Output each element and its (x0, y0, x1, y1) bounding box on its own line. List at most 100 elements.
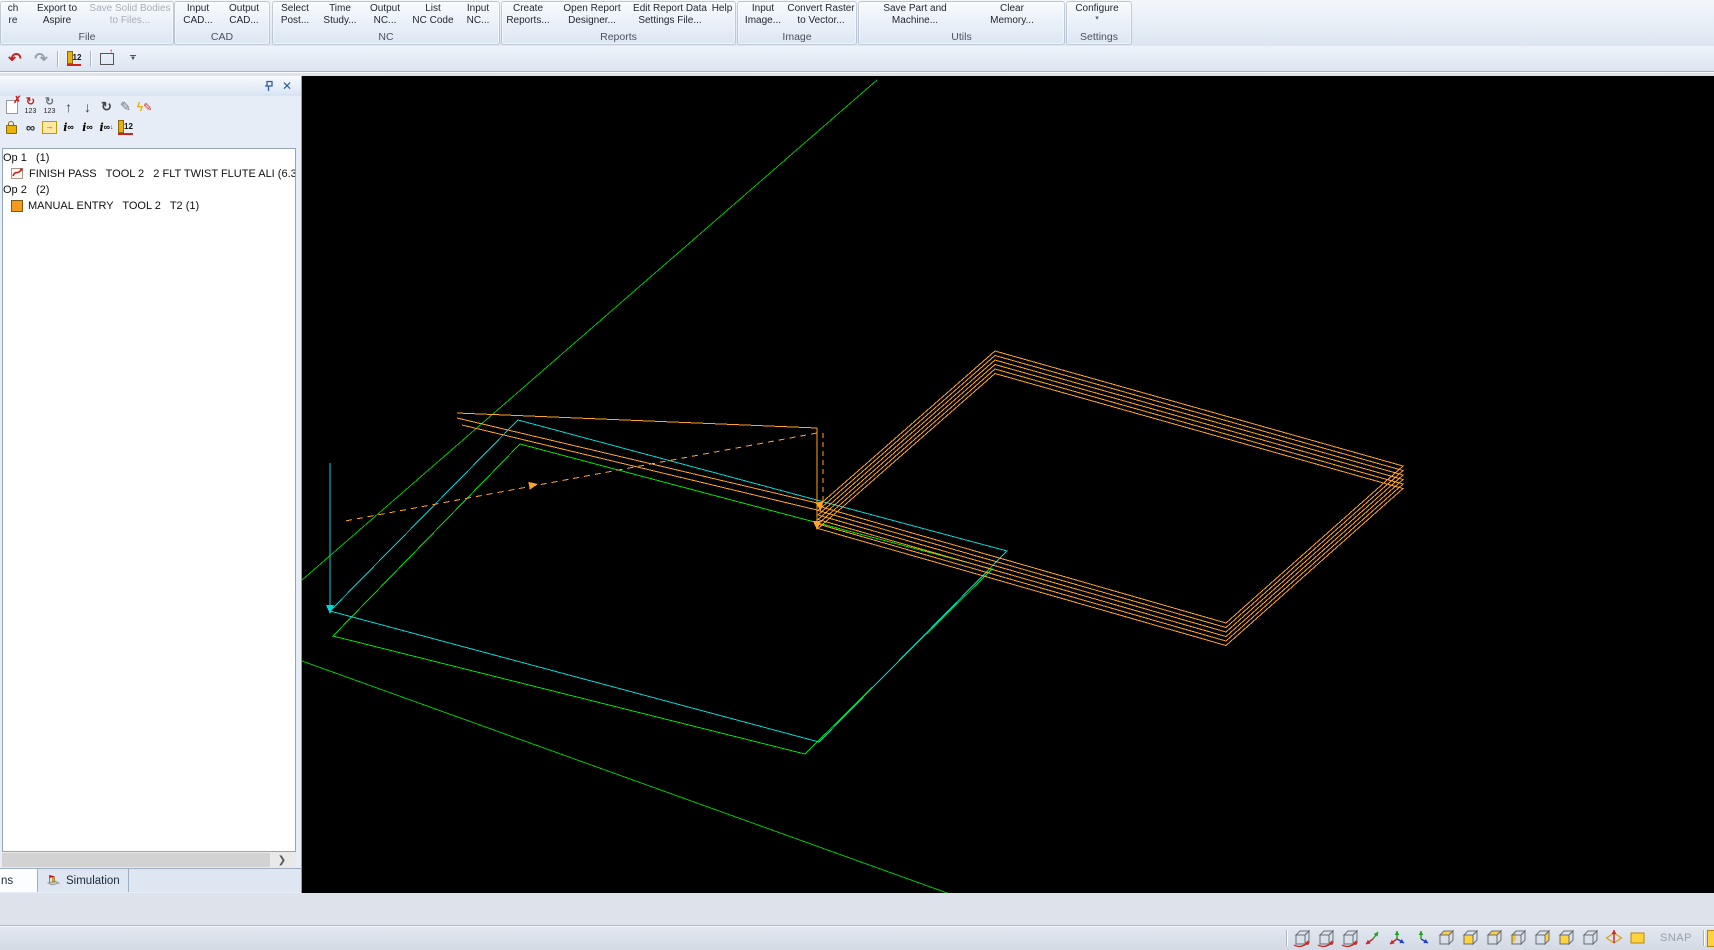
view-cube-left-icon[interactable] (1508, 929, 1529, 948)
output-nc-button[interactable]: Output NC... (363, 2, 407, 30)
rapid-line-lower (302, 661, 950, 893)
ribbon-group-image: Input Image... Convert Raster to Vector.… (737, 1, 857, 45)
input-image-button[interactable]: Input Image... (738, 2, 788, 30)
configure-button[interactable]: Configure ▾ (1067, 2, 1127, 30)
tree-row-operation[interactable]: MANUAL ENTRY TOOL 2 T2 (1) (3, 198, 295, 213)
redo-icon[interactable]: ↷ (31, 49, 51, 69)
finish-pass-icon (11, 167, 24, 180)
info-search-plus-icon[interactable]: i∞↓ (97, 118, 116, 137)
statusbar-separator (1703, 930, 1704, 946)
axis-xyz-icon[interactable] (1388, 929, 1409, 948)
undo-icon[interactable]: ↶ (5, 49, 25, 69)
quick-edit-icon[interactable]: ϟ✎ (135, 98, 154, 117)
pocket-level-loops (818, 365, 1403, 637)
panel-tabs: ns Simulation (0, 868, 301, 892)
tool-number-icon[interactable]: 12 (64, 49, 84, 69)
edit-icon[interactable]: ✎ (116, 98, 135, 117)
cyan-arrowhead (326, 605, 334, 614)
orange-arrowhead-mid (528, 480, 538, 490)
dropdown-icon[interactable]: ▼ (123, 49, 143, 69)
goto-number-icon[interactable]: → (40, 118, 59, 137)
rotate-cube-x-icon[interactable] (1292, 929, 1313, 948)
list-nc-code-button[interactable]: List NC Code (407, 2, 459, 30)
scroll-right-arrow[interactable]: ❯ (270, 852, 294, 868)
select-post-button[interactable]: Select Post... (273, 2, 317, 30)
cad-viewport[interactable] (302, 76, 1714, 893)
ribbon-group-label: NC (273, 31, 499, 43)
yellow-plane-icon[interactable] (1628, 929, 1649, 948)
scrollbar-thumb[interactable] (2, 853, 270, 867)
pocket-level-loops (818, 356, 1403, 628)
input-nc-button[interactable]: Input NC... (459, 2, 497, 30)
ribbon-group-nc: Select Post... Time Study... Output NC..… (272, 1, 500, 45)
time-study-button[interactable]: Time Study... (317, 2, 363, 30)
snap-label[interactable]: SNAP (1660, 932, 1692, 944)
create-reports-button[interactable]: Create Reports... (502, 2, 554, 30)
help-button[interactable]: Help (710, 2, 734, 30)
ribbon-group-label: Image (738, 31, 856, 43)
tab-simulation[interactable]: Simulation (38, 869, 129, 892)
ribbon: ch re Export to Aspire Save Solid Bodies… (0, 0, 1714, 47)
pocket-level-loops (818, 351, 1403, 623)
tree-row-operation-group[interactable]: Op 2 (2) (3, 182, 295, 197)
pin-icon[interactable] (260, 78, 276, 94)
ribbon-group-reports: Create Reports... Open Report Designer..… (501, 1, 736, 45)
clipped-button[interactable]: ch re (1, 2, 25, 30)
delete-operation-icon[interactable]: ✗ (2, 98, 21, 117)
view-cube-back-icon[interactable] (1484, 929, 1505, 948)
view-cube-iso-icon[interactable] (1556, 929, 1577, 948)
status-bar: SNAP (0, 925, 1714, 950)
ribbon-group-utils: Save Part and Machine... Clear Memory...… (858, 1, 1065, 45)
lock-icon[interactable] (2, 118, 21, 137)
convert-raster-to-vector-button[interactable]: Convert Raster to Vector... (788, 2, 854, 30)
move-down-icon[interactable]: ↓ (78, 98, 97, 117)
recalculate-icon[interactable]: ↻ (97, 98, 116, 117)
tree-row-operation[interactable]: FINISH PASS TOOL 2 2 FLT TWIST FLUTE ALI… (3, 166, 295, 181)
axis-yz-icon[interactable] (1412, 929, 1433, 948)
tool-12-icon[interactable]: 12 (116, 118, 135, 137)
tree-row-label: MANUAL ENTRY TOOL 2 T2 (1) (28, 200, 199, 212)
ribbon-group-label: Settings (1067, 31, 1131, 43)
new-window-icon[interactable]: ↑ (97, 49, 117, 69)
panel-toolbar-row-1: ✗↻123↻123↑↓↻✎ϟ✎ (2, 97, 298, 117)
statusbar-separator (1286, 930, 1287, 946)
info-search-icon[interactable]: i∞ (78, 118, 97, 137)
tab-operations[interactable]: ns (0, 869, 38, 892)
tree-row-label: Op 2 (2) (3, 184, 49, 196)
rotate-cube-y-icon[interactable] (1316, 929, 1337, 948)
renumber-gray-icon[interactable]: ↻123 (40, 98, 59, 117)
axis-xy-icon[interactable] (1364, 929, 1385, 948)
horizontal-scrollbar[interactable]: ❯ (2, 852, 296, 868)
bottom-strip: SNAP (0, 893, 1714, 950)
rotate-cube-z-icon[interactable] (1340, 929, 1361, 948)
move-up-icon[interactable]: ↑ (59, 98, 78, 117)
clear-memory-button[interactable]: Clear Memory... (971, 2, 1053, 30)
open-report-designer-button[interactable]: Open Report Designer... (554, 2, 630, 30)
panel-toolbar: ✗↻123↻123↑↓↻✎ϟ✎ ∞→i∞i∞i∞↓12 (2, 97, 298, 137)
close-icon[interactable]: ✕ (279, 78, 295, 94)
toolbar-separator (57, 51, 58, 67)
input-cad-button[interactable]: Input CAD... (175, 2, 221, 30)
tree-row-label: FINISH PASS TOOL 2 2 FLT TWIST FLUTE ALI… (29, 168, 296, 180)
ribbon-group-file: ch re Export to Aspire Save Solid Bodies… (0, 1, 174, 45)
output-cad-button[interactable]: Output CAD... (221, 2, 267, 30)
view-cube-right-icon[interactable] (1532, 929, 1553, 948)
clipped-statusbar-icon (1707, 930, 1714, 947)
orange-rapid-dashed (345, 433, 817, 521)
save-solid-bodies-button: Save Solid Bodies to Files... (89, 2, 171, 30)
save-part-and-machine-button[interactable]: Save Part and Machine... (859, 2, 971, 30)
tree-row-label: Op 1 (1) (3, 152, 49, 164)
export-to-aspire-button[interactable]: Export to Aspire (25, 2, 89, 30)
renumber-red-icon[interactable]: ↻123 (21, 98, 40, 117)
view-cube-front-icon[interactable] (1460, 929, 1481, 948)
manual-entry-icon (11, 200, 23, 212)
view-toolbar (1290, 929, 1650, 948)
edit-report-data-settings-button[interactable]: Edit Report Data Settings File... (630, 2, 710, 30)
view-cube-iso2-icon[interactable] (1580, 929, 1601, 948)
quick-access-toolbar: ↶ ↷ 12 ↑ ▼ (0, 46, 1714, 72)
tree-row-operation-group[interactable]: Op 1 (1) (3, 150, 295, 165)
plane-axis-icon[interactable] (1604, 929, 1625, 948)
view-cube-top-icon[interactable] (1436, 929, 1457, 948)
search-icon[interactable]: ∞ (21, 118, 40, 137)
info-glasses-icon[interactable]: i∞ (59, 118, 78, 137)
